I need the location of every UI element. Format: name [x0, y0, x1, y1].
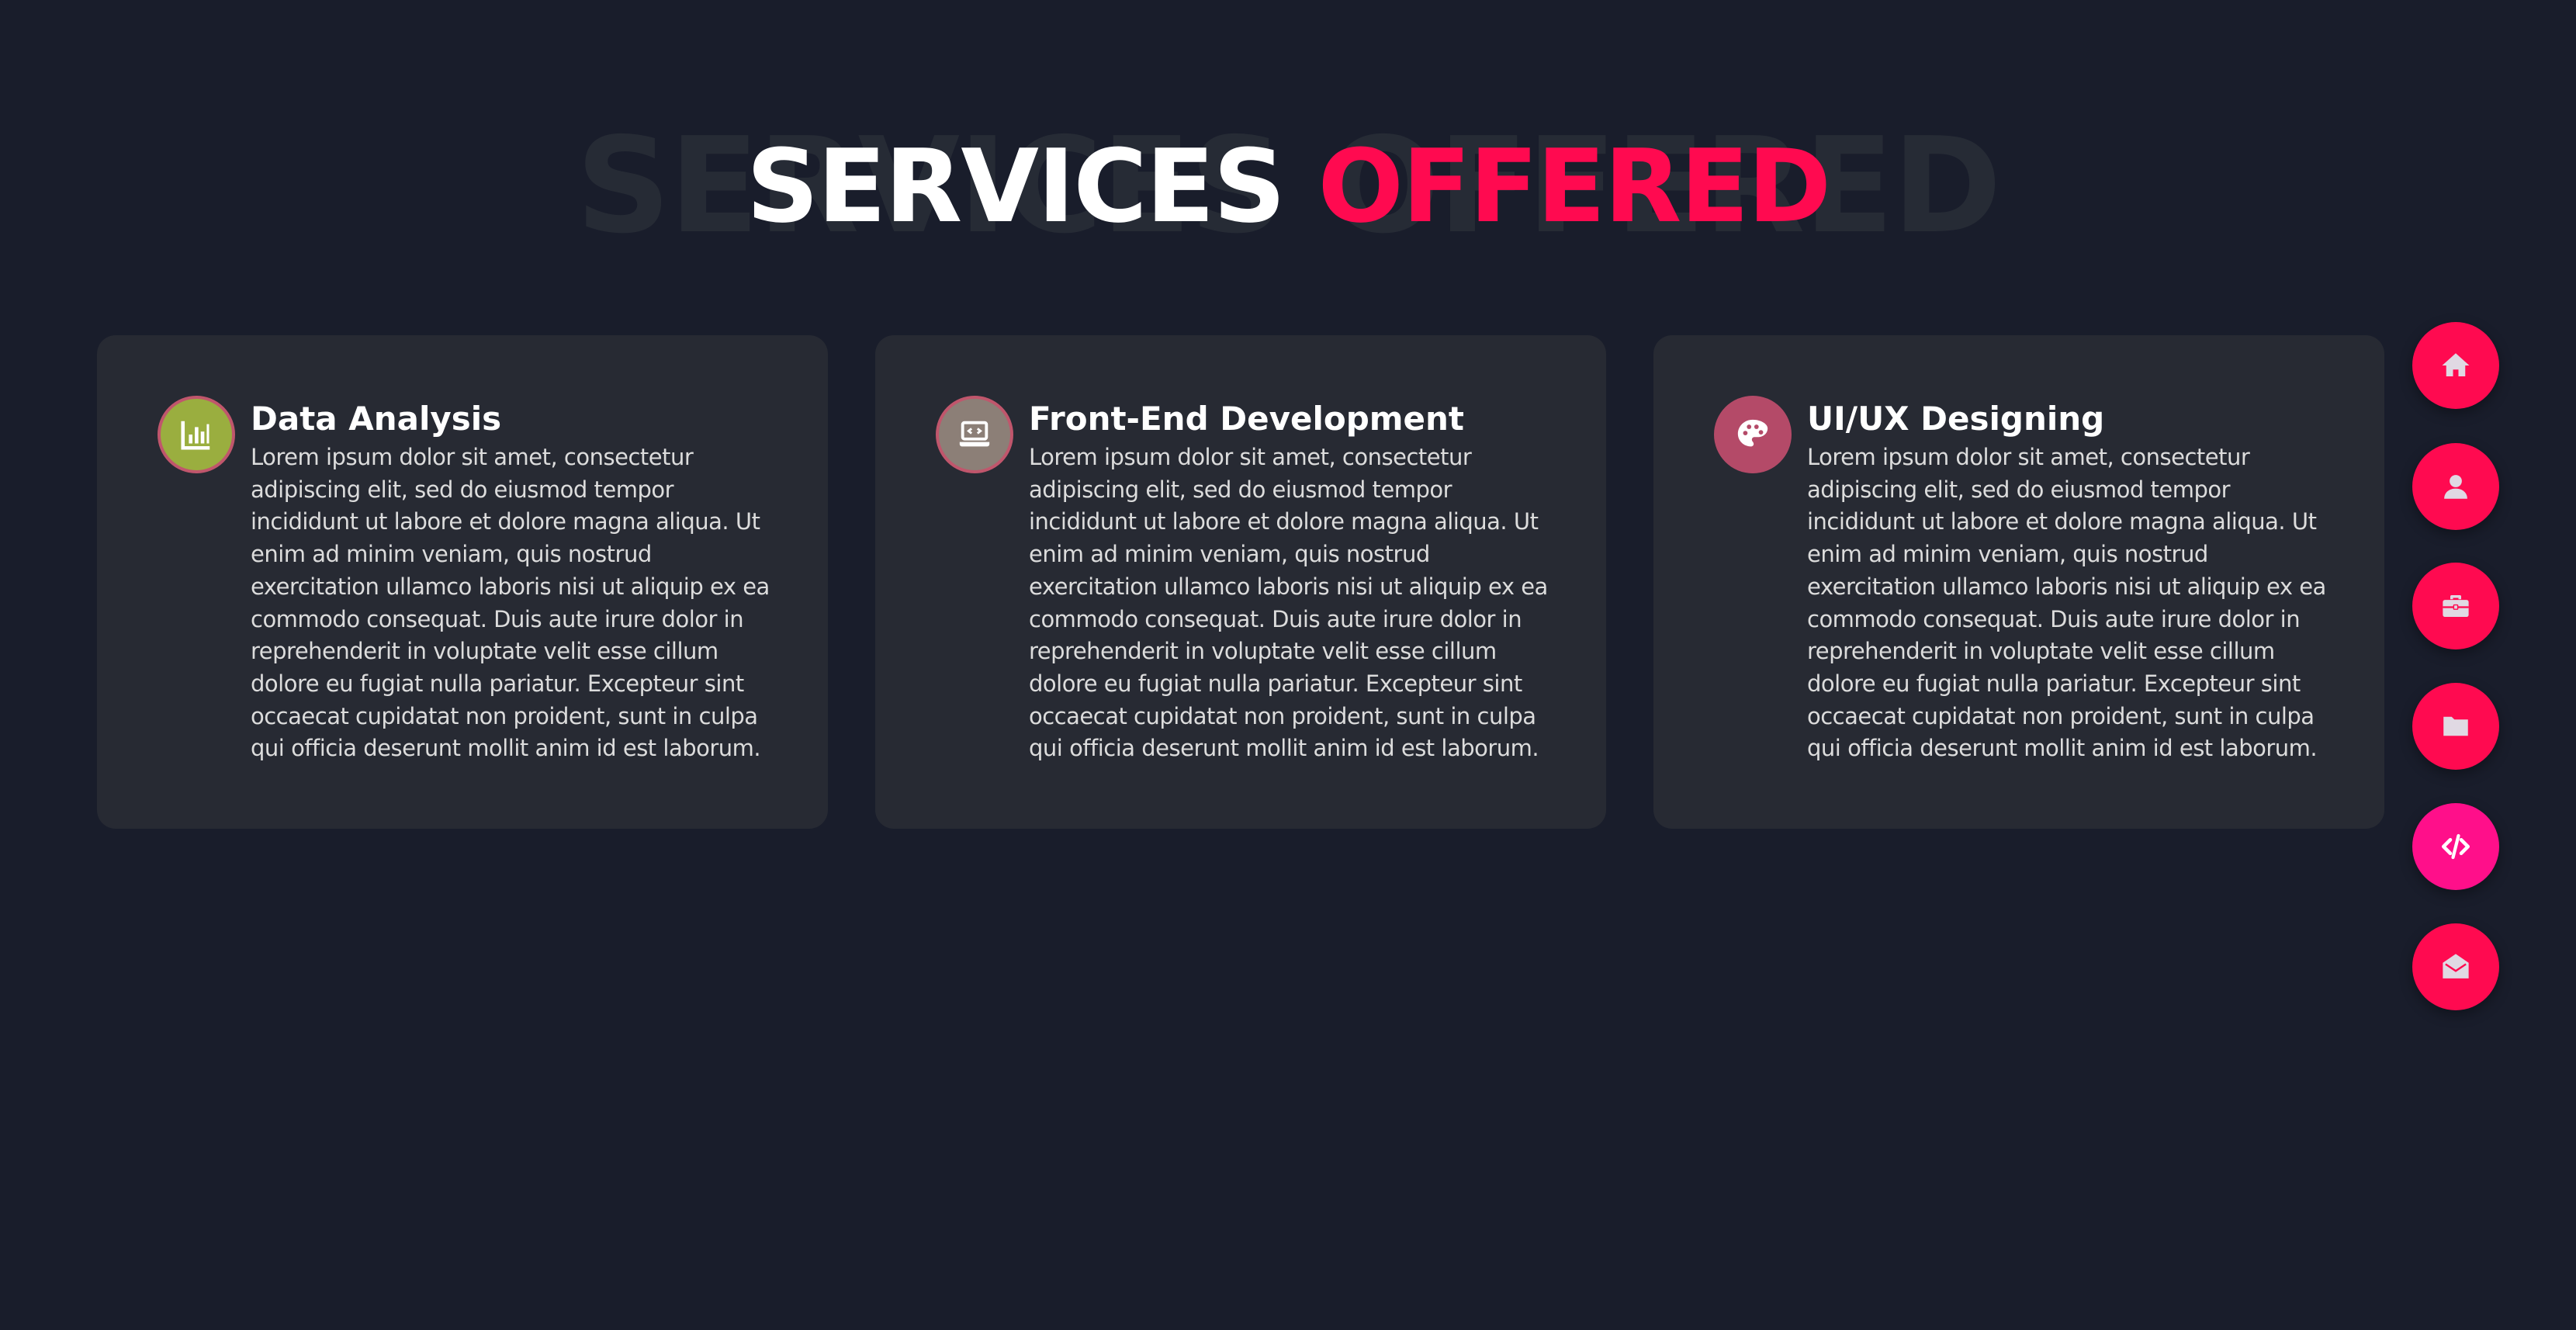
heading-word-services: SERVICES: [746, 127, 1286, 245]
nav-home-button[interactable]: [2412, 322, 2499, 409]
briefcase-icon: [2443, 595, 2469, 617]
palette-icon: [1714, 396, 1792, 473]
service-card-data-analysis: Data Analysis Lorem ipsum dolor sit amet…: [97, 335, 828, 829]
service-card-ui-ux-designing: UI/UX Designing Lorem ipsum dolor sit am…: [1653, 335, 2384, 829]
user-icon: [2444, 475, 2467, 499]
nav-services-button[interactable]: [2412, 803, 2499, 890]
services-page: SERVICES OFFERED SERVICES OFFERED Data A…: [0, 0, 2576, 1330]
service-title: UI/UX Designing: [1807, 400, 2105, 438]
heading-title: SERVICES OFFERED: [0, 120, 2576, 252]
nav-experience-button[interactable]: [2412, 563, 2499, 649]
envelope-open-icon: [2443, 954, 2469, 978]
home-icon: [2442, 353, 2470, 376]
chart-icon: [158, 396, 235, 473]
folder-icon: [2443, 716, 2468, 736]
service-description: Lorem ipsum dolor sit amet, consectetur …: [1807, 444, 2326, 762]
laptop-code-icon: [936, 396, 1013, 473]
service-description: Lorem ipsum dolor sit amet, consectetur …: [251, 444, 770, 762]
section-heading: SERVICES OFFERED SERVICES OFFERED: [0, 109, 2576, 264]
code-icon: [2441, 833, 2470, 860]
service-description: Lorem ipsum dolor sit amet, consectetur …: [1029, 444, 1548, 762]
service-title: Front-End Development: [1029, 400, 1465, 438]
nav-contact-button[interactable]: [2412, 923, 2499, 1010]
nav-about-button[interactable]: [2412, 443, 2499, 530]
nav-portfolio-button[interactable]: [2412, 683, 2499, 770]
service-card-front-end-development: Front-End Development Lorem ipsum dolor …: [875, 335, 1606, 829]
service-title: Data Analysis: [251, 400, 502, 438]
heading-word-offered: OFFERED: [1317, 127, 1831, 245]
